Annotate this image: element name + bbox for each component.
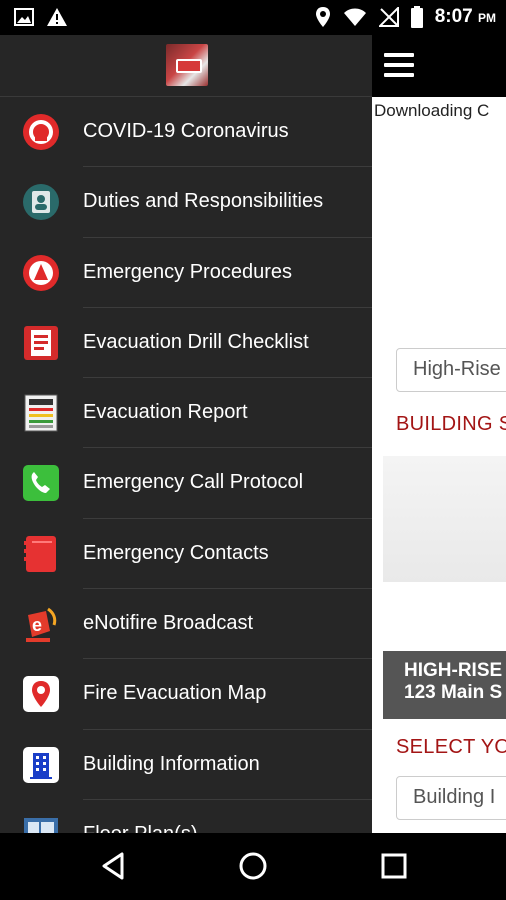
system-nav-bar: [0, 833, 506, 900]
menu-label: eNotifire Broadcast: [83, 612, 254, 635]
select-heading: SELECT YO: [396, 736, 506, 758]
covid-icon: [22, 113, 60, 151]
status-bar: 8:07 PM: [0, 0, 506, 35]
home-icon[interactable]: [237, 850, 269, 882]
building-address: 123 Main S: [404, 682, 503, 703]
menu-item-evacuation-map[interactable]: Fire Evacuation Map: [0, 659, 372, 730]
checklist-icon: [22, 324, 60, 362]
menu-label: Emergency Procedures: [83, 260, 292, 283]
menu-label: Evacuation Report: [83, 401, 248, 424]
app-toolbar: [372, 35, 506, 97]
menu-label: Building Information: [83, 752, 260, 775]
building-name: HIGH-RISE: [404, 660, 503, 681]
navigation-drawer: COVID-19 Coronavirus Duties and Responsi…: [0, 35, 372, 833]
menu-item-floor-plans[interactable]: Floor Plan(s): [0, 800, 372, 833]
menu-label: Floor Plan(s): [83, 823, 197, 833]
menu-label: Emergency Contacts: [83, 541, 269, 564]
svg-text:e: e: [32, 615, 42, 635]
duties-icon: [22, 183, 60, 221]
battery-icon: [410, 6, 423, 28]
menu-item-emergency-contacts[interactable]: Emergency Contacts: [0, 519, 372, 590]
menu-item-procedures[interactable]: Emergency Procedures: [0, 238, 372, 308]
report-icon: [22, 394, 60, 432]
building-type-dropdown[interactable]: High-Rise: [396, 348, 506, 392]
menu-icon[interactable]: [384, 53, 414, 77]
menu-label: COVID-19 Coronavirus: [83, 120, 289, 142]
app-logo: [166, 44, 208, 86]
menu-item-building-information[interactable]: Building Information: [0, 730, 372, 800]
building-icon: [22, 746, 60, 784]
downloading-status: Downloading C: [374, 101, 490, 120]
phone-icon: [22, 464, 60, 502]
drawer-header: [0, 35, 372, 97]
main-page: Downloading C High-Rise BUILDING S HIGH-…: [372, 35, 506, 833]
menu-item-evacuation-report[interactable]: Evacuation Report: [0, 378, 372, 449]
broadcast-icon: e: [22, 605, 60, 643]
procedures-icon: [22, 254, 60, 292]
clock: 8:07 PM: [435, 6, 496, 28]
map-pin-icon: [22, 675, 60, 713]
no-signal-icon: [378, 7, 399, 27]
menu-label: Fire Evacuation Map: [83, 682, 267, 705]
location-icon: [315, 7, 330, 27]
menu-item-covid[interactable]: COVID-19 Coronavirus: [0, 97, 372, 168]
building-card: HIGH-RISE 123 Main S: [383, 651, 506, 719]
clock-ampm: PM: [478, 11, 496, 25]
menu-label: Emergency Call Protocol: [83, 471, 304, 494]
warning-icon: [47, 8, 67, 26]
floor-plan-icon: [22, 816, 60, 833]
contacts-icon: [22, 535, 60, 573]
building-info-dropdown[interactable]: Building I: [396, 776, 506, 820]
menu-item-drill-checklist[interactable]: Evacuation Drill Checklist: [0, 308, 372, 379]
menu-label: Duties and Responsibilities: [83, 190, 324, 213]
wifi-icon: [343, 8, 366, 26]
image-icon: [14, 8, 34, 26]
menu-item-broadcast[interactable]: e eNotifire Broadcast: [0, 589, 372, 660]
menu-label: Evacuation Drill Checklist: [83, 330, 309, 353]
building-section-heading: BUILDING S: [396, 413, 506, 435]
menu-item-duties[interactable]: Duties and Responsibilities: [0, 167, 372, 238]
back-icon[interactable]: [98, 850, 130, 882]
menu-item-call-protocol[interactable]: Emergency Call Protocol: [0, 448, 372, 519]
clock-time: 8:07: [434, 6, 473, 27]
building-photo: [383, 456, 506, 582]
recents-icon[interactable]: [378, 850, 410, 882]
